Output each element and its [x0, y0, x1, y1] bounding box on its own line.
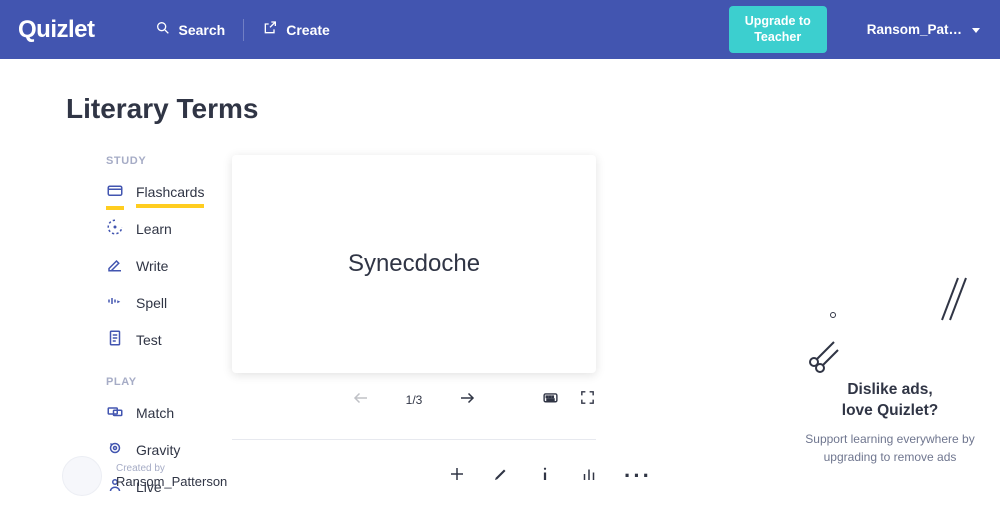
bar-chart-icon	[580, 470, 598, 487]
nav-label: Flashcards	[136, 184, 204, 200]
creator-label: Created by	[116, 463, 227, 474]
spell-icon	[106, 292, 124, 313]
divider	[232, 439, 596, 440]
upgrade-button[interactable]: Upgrade to Teacher	[729, 6, 827, 53]
set-title: Literary Terms	[66, 93, 666, 125]
write-icon	[106, 255, 124, 276]
keyboard-icon	[542, 393, 559, 410]
user-menu[interactable]: Ransom_Pat…	[867, 22, 980, 37]
nav-label: Write	[136, 258, 168, 274]
chevron-down-icon	[972, 28, 980, 33]
keyboard-shortcuts-button[interactable]	[542, 389, 559, 411]
study-section-label: STUDY	[106, 155, 198, 167]
add-button[interactable]	[448, 465, 466, 488]
nav-flashcards[interactable]: Flashcards	[106, 181, 198, 202]
nav-test[interactable]: Test	[106, 329, 198, 350]
fullscreen-button[interactable]	[579, 389, 596, 411]
doodle-scissors-icon	[806, 334, 846, 374]
flashcards-icon	[106, 181, 124, 202]
flashcard[interactable]: Synecdoche	[232, 155, 596, 373]
creator-name: Ransom_Patterson	[116, 474, 227, 489]
nav-label: Match	[136, 405, 174, 421]
create-icon	[262, 20, 278, 39]
test-icon	[106, 329, 124, 350]
learn-icon	[106, 218, 124, 239]
arrow-left-icon	[352, 389, 370, 412]
info-button[interactable]	[536, 465, 554, 488]
top-navbar: Quizlet Search Create Upgrade to Teacher…	[0, 0, 1000, 59]
nav-label: Learn	[136, 221, 172, 237]
search-button[interactable]: Search	[143, 12, 238, 47]
card-counter: 1/3	[406, 393, 423, 407]
nav-label: Spell	[136, 295, 167, 311]
plus-icon	[448, 470, 466, 487]
nav-write[interactable]: Write	[106, 255, 198, 276]
doodle-dot	[830, 312, 836, 318]
nav-spell[interactable]: Spell	[106, 292, 198, 313]
doodle-lines-icon	[932, 274, 972, 322]
stats-button[interactable]	[580, 465, 598, 488]
search-label: Search	[179, 22, 226, 38]
match-icon	[106, 402, 124, 423]
pencil-icon	[492, 470, 510, 487]
fullscreen-icon	[579, 393, 596, 410]
create-button[interactable]: Create	[250, 12, 342, 47]
prev-card-button[interactable]	[352, 391, 370, 409]
ad-body: Support learning everywhere by upgrading…	[800, 430, 980, 466]
upgrade-ad-panel: Dislike ads, love Quizlet? Support learn…	[800, 290, 980, 466]
user-name: Ransom_Pat…	[867, 22, 962, 37]
quizlet-logo[interactable]: Quizlet	[18, 16, 95, 44]
nav-learn[interactable]: Learn	[106, 218, 198, 239]
play-section-label: PLAY	[106, 376, 198, 388]
avatar	[62, 456, 102, 496]
flashcard-term: Synecdoche	[348, 250, 480, 278]
search-icon	[155, 20, 171, 39]
separator	[243, 19, 244, 41]
nav-label: Test	[136, 332, 162, 348]
next-card-button[interactable]	[458, 391, 476, 409]
creator-info[interactable]: Created by Ransom_Patterson	[62, 456, 227, 496]
card-controls: 1/3	[232, 373, 596, 431]
info-icon	[536, 470, 554, 487]
edit-button[interactable]	[492, 465, 510, 488]
create-label: Create	[286, 22, 330, 38]
ad-title: Dislike ads, love Quizlet?	[800, 380, 980, 422]
nav-match[interactable]: Match	[106, 402, 198, 423]
arrow-right-icon	[458, 389, 476, 412]
